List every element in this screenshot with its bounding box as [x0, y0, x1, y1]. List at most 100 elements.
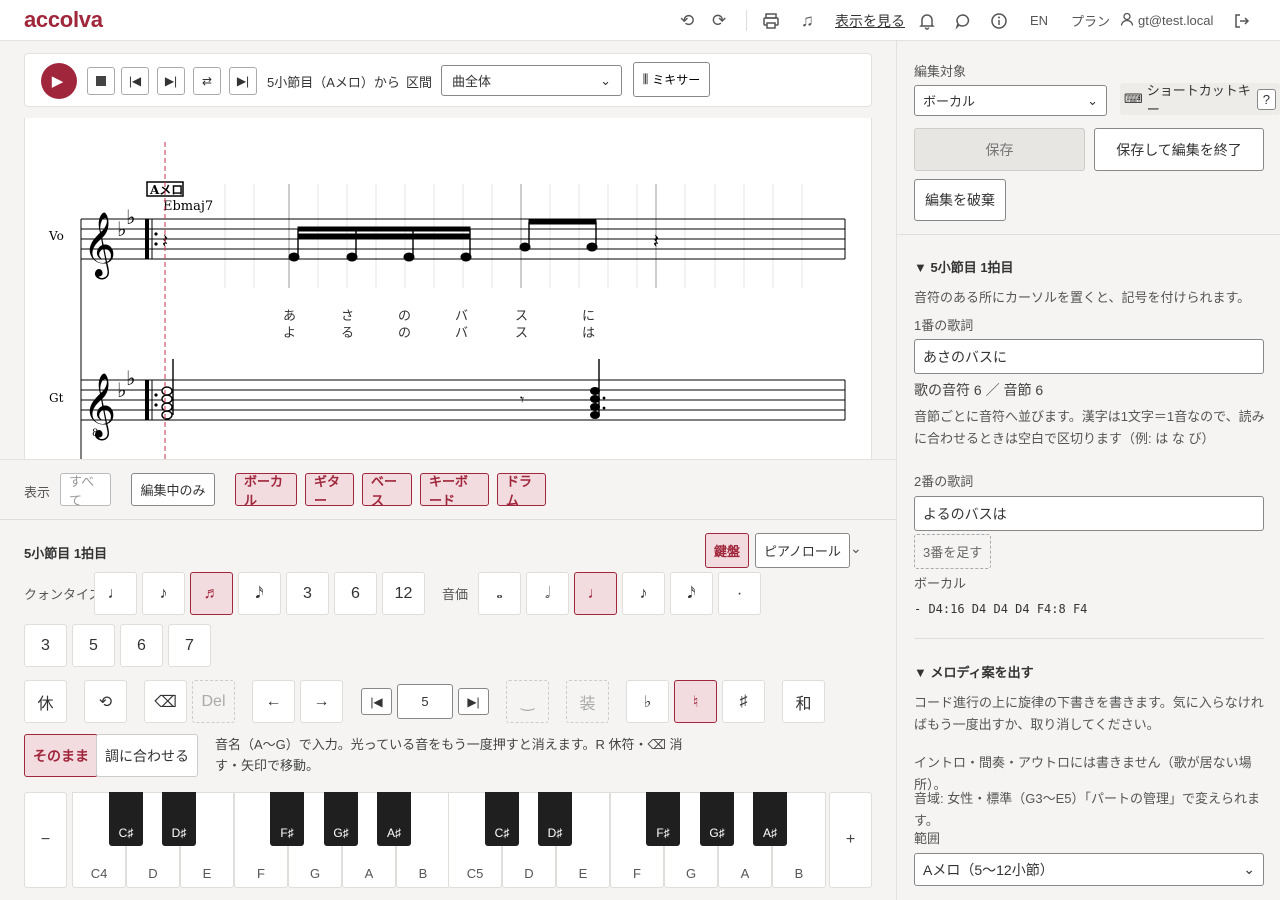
- piano-key-g-sharp-4[interactable]: G♯: [324, 792, 358, 846]
- mode-fit-key[interactable]: 調に合わせる: [96, 734, 198, 777]
- print-icon[interactable]: [762, 0, 780, 41]
- logout-icon[interactable]: [1233, 0, 1251, 41]
- piano-key-f-sharp-5[interactable]: F♯: [646, 792, 680, 846]
- piano-key-a-sharp-4[interactable]: A♯: [377, 792, 411, 846]
- piano-key-c-sharp-4[interactable]: C♯: [109, 792, 143, 846]
- note-value-quarter[interactable]: ♩: [574, 572, 617, 615]
- quantize-sixteenth[interactable]: ♬: [190, 572, 233, 615]
- shortcut-keys-button[interactable]: ⌨ ショートカットキー ?: [1120, 83, 1280, 117]
- flat-button[interactable]: ♭: [626, 680, 669, 723]
- filter-part-drums[interactable]: ドラム: [497, 473, 546, 508]
- tuplet-7[interactable]: 7: [168, 624, 211, 667]
- app-logo[interactable]: accolva: [24, 7, 103, 33]
- save-button[interactable]: 保存: [914, 128, 1085, 171]
- delete-button[interactable]: Del: [192, 680, 235, 723]
- comment-icon[interactable]: [954, 0, 972, 41]
- plan-link[interactable]: プラン: [1071, 0, 1110, 41]
- quantize-triplet-6[interactable]: 6: [334, 572, 377, 615]
- chevron-down-icon[interactable]: ⌄: [850, 540, 862, 557]
- range-label: 範囲: [914, 831, 941, 846]
- undo-note-icon[interactable]: ⟲: [84, 680, 127, 723]
- octave-input[interactable]: 5: [397, 684, 453, 719]
- lyric2-input[interactable]: よるのバスは: [914, 496, 1264, 531]
- loop-button[interactable]: ⇄: [193, 67, 221, 95]
- add-verse-3-button[interactable]: 3番を足す: [914, 534, 992, 569]
- music-note-icon[interactable]: ♫: [801, 0, 814, 41]
- shortcut-help-button[interactable]: ?: [1256, 88, 1276, 110]
- bell-icon[interactable]: [918, 0, 936, 41]
- edit-target-select[interactable]: ボーカル ⌄: [914, 85, 1107, 116]
- tab-pianoroll[interactable]: ピアノロール: [755, 533, 850, 568]
- filter-part-vocal[interactable]: ボーカル: [235, 473, 297, 508]
- piano-key-a-sharp-5[interactable]: A♯: [753, 792, 787, 846]
- backspace-icon[interactable]: ⌫: [144, 680, 187, 723]
- tuplet-5[interactable]: 5: [72, 624, 115, 667]
- piano-key-c-sharp-5[interactable]: C♯: [485, 792, 519, 846]
- tie-button[interactable]: ‿: [506, 680, 549, 723]
- rest-button[interactable]: 休: [24, 680, 67, 723]
- save-and-exit-button[interactable]: 保存して編集を終了: [1094, 128, 1264, 171]
- quantize-thirtysecond[interactable]: 𝅘𝅥𝅯: [238, 572, 281, 615]
- quantize-triplet-12[interactable]: 12: [382, 572, 425, 615]
- score-view[interactable]: Aメロ Ebmaj7 Vo 𝄞 ♭ ♭ 𝄽 𝄽: [24, 118, 872, 459]
- piano-key-d-sharp-5[interactable]: D♯: [538, 792, 572, 846]
- quantize-label: クォンタイズ: [24, 587, 102, 602]
- sharp-button[interactable]: ♯: [722, 680, 765, 723]
- tuplet-3[interactable]: 3: [24, 624, 67, 667]
- rewind-button[interactable]: |◀: [121, 67, 149, 95]
- section-select[interactable]: 曲全体 ⌄: [441, 65, 622, 96]
- note-value-eighth[interactable]: ♪: [622, 572, 665, 615]
- section-melody-toggle[interactable]: ▼ メロディ案を出す: [914, 662, 1034, 681]
- user-menu[interactable]: gt@test.local: [1120, 0, 1213, 41]
- piano-key-g-sharp-5[interactable]: G♯: [700, 792, 734, 846]
- quantize-quarter[interactable]: ♩: [94, 572, 137, 615]
- next-bar-button[interactable]: ▶|: [157, 67, 185, 95]
- info-icon[interactable]: [990, 0, 1008, 41]
- stop-button[interactable]: [87, 67, 115, 95]
- svg-text:は: は: [582, 325, 595, 340]
- mode-as-is[interactable]: そのまま: [24, 734, 98, 777]
- note-value-dot[interactable]: ·: [718, 572, 761, 615]
- octave-up-button[interactable]: ▶|: [458, 688, 489, 715]
- tuplet-6[interactable]: 6: [120, 624, 163, 667]
- redo-icon[interactable]: ⟳: [712, 0, 726, 41]
- piano-key-d-sharp-4[interactable]: D♯: [162, 792, 196, 846]
- arrow-left-icon[interactable]: ←: [252, 680, 295, 723]
- tab-keyboard[interactable]: 鍵盤: [705, 533, 750, 568]
- language-toggle[interactable]: EN: [1030, 0, 1048, 41]
- note-value-half[interactable]: 𝅗𝅥: [526, 572, 569, 615]
- view-link-label[interactable]: 表示を見る: [835, 11, 905, 31]
- svg-text:の: の: [398, 308, 411, 323]
- chord-input-button[interactable]: 和: [782, 680, 825, 723]
- undo-icon[interactable]: ⟲: [680, 0, 694, 41]
- filter-part-keyboard[interactable]: キーボード: [420, 473, 489, 508]
- note-sequence: - D4:16 D4 D4 D4 F4:8 F4: [914, 602, 1088, 616]
- filter-part-bass[interactable]: ベース: [362, 473, 412, 508]
- section-position-toggle[interactable]: ▼ 5小節目 1拍目: [914, 257, 1014, 276]
- quantize-eighth[interactable]: ♪: [142, 572, 185, 615]
- arrow-right-icon[interactable]: →: [300, 680, 343, 723]
- note-value-sixteenth[interactable]: 𝅘𝅥𝅯: [670, 572, 713, 615]
- mixer-button[interactable]: ⫼ ミキサー: [633, 62, 710, 97]
- view-link[interactable]: 表示を見る: [835, 0, 905, 41]
- note-value-whole[interactable]: 𝅝: [478, 572, 521, 615]
- quantize-triplet-3[interactable]: 3: [286, 572, 329, 615]
- section-label: 区間: [406, 75, 433, 90]
- natural-button[interactable]: ♮: [674, 680, 717, 723]
- header-divider: [746, 10, 747, 31]
- filter-editing-only[interactable]: 編集中のみ: [131, 473, 215, 506]
- skip-end-button[interactable]: ▶|: [229, 67, 257, 95]
- ornament-button[interactable]: 装: [566, 680, 609, 723]
- filter-all[interactable]: すべて: [60, 473, 111, 508]
- guitar-staff-label: Gt: [49, 391, 64, 405]
- lyric1-input[interactable]: あさのバスに: [914, 339, 1264, 374]
- filter-part-guitar[interactable]: ギター: [305, 473, 354, 508]
- range-select[interactable]: Aメロ（5〜12小節） ⌄: [914, 853, 1264, 886]
- octave-minus-button[interactable]: −: [24, 792, 67, 888]
- discard-button[interactable]: 編集を破棄: [914, 179, 1006, 221]
- play-button[interactable]: ▶: [41, 63, 77, 99]
- octave-plus-button[interactable]: +: [829, 792, 872, 888]
- playback-position: 5小節目（Aメロ）から: [267, 75, 400, 90]
- octave-down-button[interactable]: |◀: [361, 688, 392, 715]
- piano-key-f-sharp-4[interactable]: F♯: [270, 792, 304, 846]
